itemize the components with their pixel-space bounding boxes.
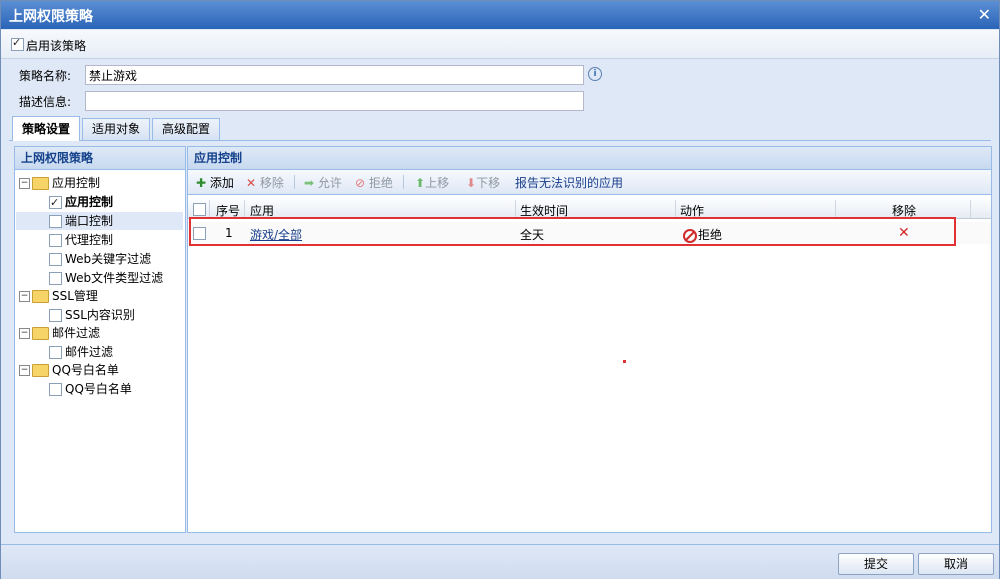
enable-row: 启用该策略 [1, 30, 999, 59]
allow-button[interactable]: ➡ 允许 [304, 174, 342, 191]
tab-strip: 策略设置 适用对象 高级配置 [9, 116, 991, 141]
move-up-label: 上移 [425, 176, 450, 190]
column-divider [835, 200, 836, 218]
add-button[interactable]: ✚ 添加 [196, 174, 234, 191]
collapse-icon[interactable]: − [19, 328, 30, 339]
enable-policy-checkbox[interactable] [11, 36, 24, 51]
tree-item-label: 端口控制 [65, 214, 114, 228]
toolbar-divider [403, 175, 404, 189]
tree-item-proxy-control[interactable]: 代理控制 [49, 231, 113, 249]
tree-item-ssl-content[interactable]: SSL内容识别 [49, 306, 135, 324]
collapse-icon[interactable]: − [19, 178, 30, 189]
tree-item-label: 邮件过滤 [65, 345, 114, 359]
move-down-button[interactable]: ⬇下移 [466, 174, 500, 191]
policy-name-input[interactable] [85, 65, 584, 85]
tree-group-ssl[interactable]: − SSL管理 [19, 287, 98, 305]
tab-advanced-config[interactable]: 高级配置 [152, 118, 220, 140]
tree-checkbox[interactable] [49, 383, 62, 396]
arrow-up-icon: ⬆ [415, 176, 426, 190]
policy-name-label: 策略名称: [19, 69, 72, 83]
app-control-toolbar: ✚ 添加 ✕ 移除 ➡ 允许 ⊘ 拒绝 ⬆上移 ⬇下移 报告无法识别的应用 [188, 170, 991, 195]
report-unknown-app-link[interactable]: 报告无法识别的应用 [515, 174, 623, 191]
tab-policy-settings[interactable]: 策略设置 [12, 116, 80, 141]
column-divider [515, 200, 516, 218]
collapse-icon[interactable]: − [19, 291, 30, 302]
window-title: 上网权限策略 [9, 9, 93, 25]
info-icon[interactable]: i [588, 67, 602, 81]
tree-group-label: QQ号白名单 [52, 363, 119, 377]
tree-item-app-control[interactable]: 应用控制 [49, 193, 114, 212]
column-divider [970, 200, 971, 218]
tree-item-qq-whitelist[interactable]: QQ号白名单 [49, 380, 132, 398]
arrow-right-icon: ➡ [304, 176, 315, 190]
deny-label: 拒绝 [368, 176, 393, 190]
tree-item-mail-filter[interactable]: 邮件过滤 [49, 343, 113, 361]
cancel-button[interactable]: 取消 [918, 553, 994, 575]
column-divider [209, 200, 210, 218]
allow-label: 允许 [317, 176, 342, 190]
tree-group-label: 应用控制 [52, 176, 101, 190]
tree-checkbox[interactable] [49, 272, 62, 285]
dialog-footer: 提交 取消 [1, 544, 999, 579]
move-up-button[interactable]: ⬆上移 [415, 174, 449, 191]
tree-checkbox[interactable] [49, 194, 62, 212]
select-all-checkbox[interactable] [193, 203, 206, 216]
tree-item-label: Web文件类型过滤 [65, 271, 164, 285]
tree-group-app-control[interactable]: − 应用控制 [19, 174, 100, 192]
x-icon: ✕ [246, 176, 257, 190]
column-divider [244, 200, 245, 218]
description-label: 描述信息: [19, 95, 72, 109]
folder-icon [32, 327, 49, 340]
remove-button[interactable]: ✕ 移除 [246, 174, 284, 191]
tree-group-label: 邮件过滤 [52, 326, 101, 340]
folder-icon [32, 177, 49, 190]
close-icon[interactable]: ✕ [978, 5, 991, 24]
tree-group-label: SSL管理 [52, 289, 98, 303]
tree-checkbox[interactable] [49, 253, 62, 266]
tree-item-web-filetype-filter[interactable]: Web文件类型过滤 [49, 269, 163, 287]
tree-checkbox[interactable] [49, 346, 62, 359]
tree-item-label: Web关键字过滤 [65, 252, 152, 266]
app-control-panel: 应用控制 ✚ 添加 ✕ 移除 ➡ 允许 ⊘ 拒绝 ⬆上移 ⬇下移 报告无法识别的… [187, 146, 992, 533]
arrow-down-icon: ⬇ [466, 176, 477, 190]
plus-icon: ✚ [196, 176, 207, 190]
red-dot-marker [623, 360, 626, 363]
add-label: 添加 [209, 176, 234, 190]
app-control-title: 应用控制 [188, 147, 991, 170]
row-highlight-box [189, 217, 956, 246]
tree-item-label: SSL内容识别 [65, 308, 135, 322]
tree-item-web-keyword-filter[interactable]: Web关键字过滤 [49, 250, 151, 268]
policy-tree-panel: 上网权限策略 − 应用控制 应用控制 端口控制 代理控制 Web关键字过滤 Web… [14, 146, 186, 533]
title-bar: 上网权限策略 ✕ [1, 1, 999, 29]
collapse-icon[interactable]: − [19, 365, 30, 376]
description-input[interactable] [85, 91, 584, 111]
tree-panel-title: 上网权限策略 [15, 147, 185, 170]
tree-checkbox[interactable] [49, 234, 62, 247]
folder-icon [32, 364, 49, 377]
deny-icon: ⊘ [355, 176, 366, 190]
tree-group-mail-filter[interactable]: − 邮件过滤 [19, 324, 100, 342]
dialog-window: 上网权限策略 ✕ 启用该策略 策略名称: i 描述信息: 策略设置 适用对象 高… [0, 0, 1000, 579]
remove-label: 移除 [259, 176, 284, 190]
tree-checkbox[interactable] [49, 215, 62, 228]
submit-button[interactable]: 提交 [838, 553, 914, 575]
tree-group-qq-whitelist[interactable]: − QQ号白名单 [19, 361, 119, 379]
tree-item-label: QQ号白名单 [65, 382, 132, 396]
tree-item-label: 应用控制 [65, 195, 114, 209]
tab-applicable-objects[interactable]: 适用对象 [82, 118, 150, 140]
column-divider [675, 200, 676, 218]
move-down-label: 下移 [476, 176, 501, 190]
tree-item-label: 代理控制 [65, 233, 114, 247]
tree-item-port-control[interactable]: 端口控制 [49, 212, 113, 230]
enable-policy-label: 启用该策略 [26, 39, 87, 53]
tree-checkbox[interactable] [49, 309, 62, 322]
folder-icon [32, 290, 49, 303]
toolbar-divider [294, 175, 295, 189]
deny-button[interactable]: ⊘ 拒绝 [355, 174, 393, 191]
